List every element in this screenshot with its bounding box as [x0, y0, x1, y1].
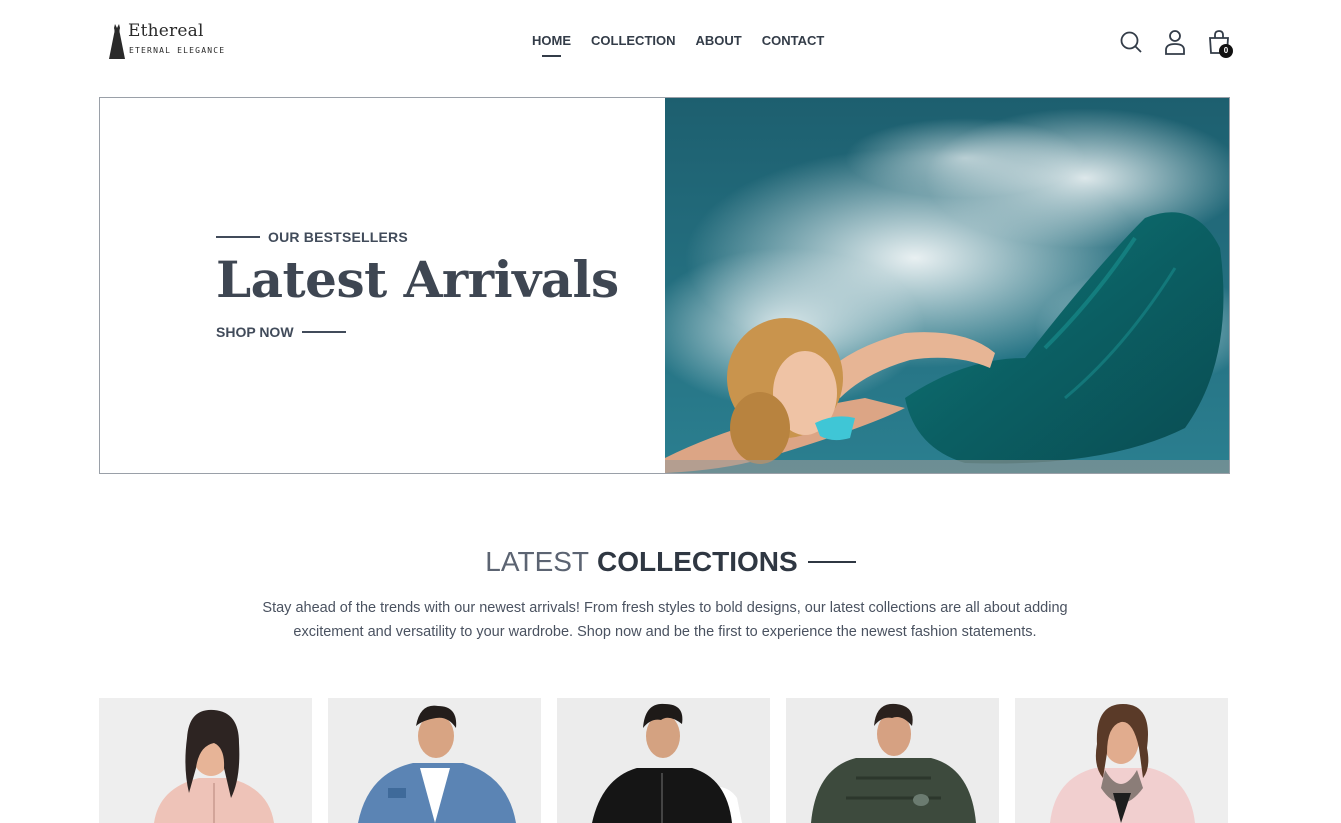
header-actions: 0: [1118, 28, 1233, 58]
dress-logo-icon: [109, 24, 125, 59]
hero-banner: OUR BESTSELLERS Latest Arrivals SHOP NOW: [99, 97, 1230, 474]
search-button[interactable]: [1118, 28, 1144, 56]
hero-eyebrow: OUR BESTSELLERS: [216, 229, 408, 245]
hero-title: Latest Arrivals: [216, 250, 619, 309]
product-image: [99, 698, 312, 823]
product-image: [557, 698, 770, 823]
product-card[interactable]: [1015, 698, 1228, 823]
eyebrow-text: OUR BESTSELLERS: [268, 229, 408, 245]
hero-text-panel: OUR BESTSELLERS Latest Arrivals SHOP NOW: [100, 98, 665, 473]
site-header: Ethereal ETERNAL ELEGANCE HOME COLLECTIO…: [0, 0, 1341, 90]
product-image: [1015, 698, 1228, 823]
product-image: [786, 698, 999, 823]
product-image: [328, 698, 541, 823]
hero-image: [665, 98, 1229, 473]
cta-divider: [301, 331, 346, 333]
eyebrow-divider: [216, 236, 260, 238]
nav-home[interactable]: HOME: [532, 33, 571, 57]
cart-count-badge: 0: [1219, 44, 1233, 58]
page: Ethereal ETERNAL ELEGANCE HOME COLLECTIO…: [0, 0, 1341, 823]
product-card[interactable]: [557, 698, 770, 823]
account-button[interactable]: [1162, 28, 1188, 56]
brand-name: Ethereal: [128, 21, 204, 41]
product-card[interactable]: [786, 698, 999, 823]
user-icon: [1165, 30, 1185, 55]
shop-now-label: SHOP NOW: [216, 324, 294, 340]
collections-description: Stay ahead of the trends with our newest…: [262, 600, 1068, 640]
heading-divider: [807, 561, 856, 563]
brand-logo[interactable]: Ethereal ETERNAL ELEGANCE: [108, 20, 238, 62]
shop-now-button[interactable]: SHOP NOW: [216, 324, 346, 340]
product-grid: [99, 698, 1228, 823]
collections-heading: LATEST COLLECTIONS: [0, 546, 1341, 578]
model-photo: [665, 98, 1229, 473]
main-nav: HOME COLLECTION ABOUT CONTACT: [532, 33, 825, 57]
product-card[interactable]: [99, 698, 312, 823]
collections-title-light: LATEST: [485, 546, 590, 577]
brand-tagline: ETERNAL ELEGANCE: [129, 46, 226, 55]
search-icon: [1120, 31, 1142, 53]
cart-button[interactable]: 0: [1206, 28, 1233, 58]
collections-title-bold: COLLECTIONS: [597, 546, 798, 577]
nav-about[interactable]: ABOUT: [696, 33, 742, 48]
nav-contact[interactable]: CONTACT: [762, 33, 825, 48]
nav-collection[interactable]: COLLECTION: [591, 33, 676, 48]
product-card[interactable]: [328, 698, 541, 823]
